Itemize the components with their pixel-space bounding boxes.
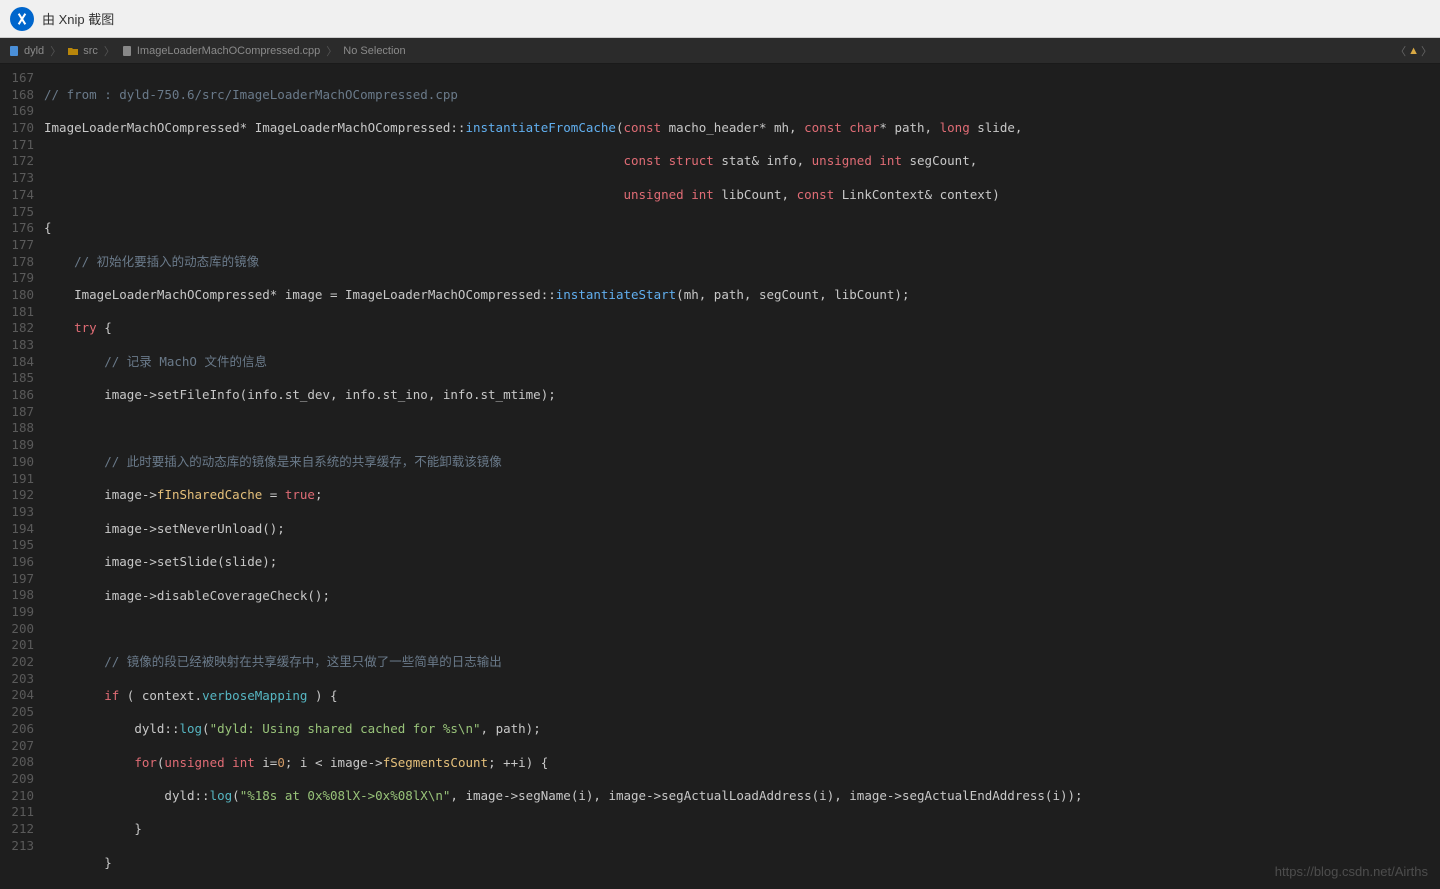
nav-forward-icon[interactable]: 〉 <box>1421 43 1432 59</box>
breadcrumb-label: No Selection <box>343 45 405 57</box>
line-number: 178 <box>0 254 34 271</box>
line-number: 188 <box>0 420 34 437</box>
folder-icon <box>67 45 79 57</box>
line-number: 197 <box>0 571 34 588</box>
line-number: 212 <box>0 821 34 838</box>
breadcrumb-item-src[interactable]: src <box>67 45 98 57</box>
line-number: 199 <box>0 604 34 621</box>
line-number: 192 <box>0 487 34 504</box>
line-number: 179 <box>0 270 34 287</box>
line-number: 167 <box>0 70 34 87</box>
cpp-file-icon <box>121 45 133 57</box>
warning-icon[interactable]: ▲ <box>1408 45 1419 57</box>
code-content[interactable]: // from : dyld-750.6/src/ImageLoaderMach… <box>44 64 1440 889</box>
line-number: 191 <box>0 471 34 488</box>
line-number: 170 <box>0 120 34 137</box>
line-number: 177 <box>0 237 34 254</box>
line-number: 190 <box>0 454 34 471</box>
line-number: 198 <box>0 587 34 604</box>
line-number: 189 <box>0 437 34 454</box>
line-number: 208 <box>0 754 34 771</box>
line-number: 205 <box>0 704 34 721</box>
breadcrumb-separator-icon: 〉 <box>104 43 115 59</box>
breadcrumb-separator-icon: 〉 <box>326 43 337 59</box>
line-number: 193 <box>0 504 34 521</box>
titlebar: 由 Xnip 截图 <box>0 0 1440 38</box>
breadcrumb-item-file[interactable]: ImageLoaderMachOCompressed.cpp <box>121 45 320 57</box>
line-number: 201 <box>0 637 34 654</box>
breadcrumb-item-dyld[interactable]: dyld <box>8 45 44 57</box>
line-number: 168 <box>0 87 34 104</box>
breadcrumb-label: dyld <box>24 45 44 57</box>
line-number: 176 <box>0 220 34 237</box>
line-number: 185 <box>0 370 34 387</box>
breadcrumb-label: ImageLoaderMachOCompressed.cpp <box>137 45 320 57</box>
line-number: 183 <box>0 337 34 354</box>
nav-back-icon[interactable]: 〈 <box>1395 43 1406 59</box>
line-number: 206 <box>0 721 34 738</box>
line-number: 213 <box>0 838 34 855</box>
breadcrumb-separator-icon: 〉 <box>50 43 61 59</box>
line-number: 200 <box>0 621 34 638</box>
line-number: 211 <box>0 804 34 821</box>
line-number: 202 <box>0 654 34 671</box>
breadcrumb: dyld 〉 src 〉 ImageLoaderMachOCompressed.… <box>0 38 1440 64</box>
line-number-gutter: 1671681691701711721731741751761771781791… <box>0 64 44 889</box>
breadcrumb-label: src <box>83 45 98 57</box>
nav-controls: 〈 ▲ 〉 <box>1395 43 1432 59</box>
line-number: 207 <box>0 738 34 755</box>
line-number: 204 <box>0 687 34 704</box>
line-number: 169 <box>0 103 34 120</box>
window-title: 由 Xnip 截图 <box>42 9 114 28</box>
line-number: 171 <box>0 137 34 154</box>
line-number: 194 <box>0 521 34 538</box>
line-number: 175 <box>0 204 34 221</box>
line-number: 196 <box>0 554 34 571</box>
line-number: 174 <box>0 187 34 204</box>
code-editor[interactable]: 1671681691701711721731741751761771781791… <box>0 64 1440 889</box>
line-number: 181 <box>0 304 34 321</box>
line-number: 173 <box>0 170 34 187</box>
xnip-app-icon <box>10 7 34 31</box>
line-number: 187 <box>0 404 34 421</box>
line-number: 210 <box>0 788 34 805</box>
line-number: 209 <box>0 771 34 788</box>
line-number: 195 <box>0 537 34 554</box>
file-icon <box>8 45 20 57</box>
line-number: 172 <box>0 153 34 170</box>
line-number: 180 <box>0 287 34 304</box>
line-number: 203 <box>0 671 34 688</box>
line-number: 186 <box>0 387 34 404</box>
breadcrumb-item-selection[interactable]: No Selection <box>343 45 405 57</box>
line-number: 184 <box>0 354 34 371</box>
line-number: 182 <box>0 320 34 337</box>
